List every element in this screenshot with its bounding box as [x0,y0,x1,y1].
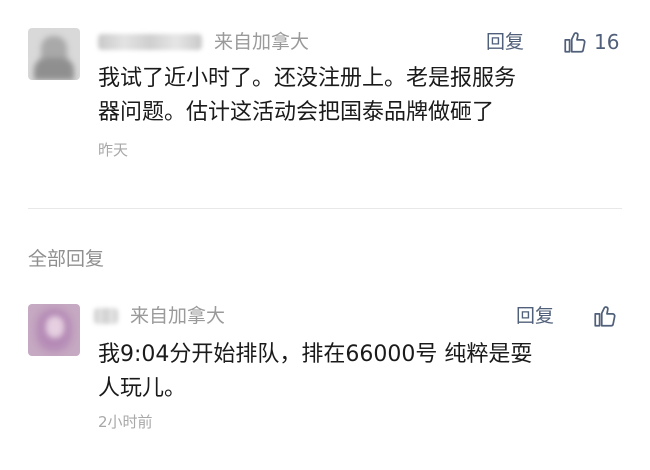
reply-button[interactable]: 回复 [516,304,554,328]
like-button[interactable] [592,303,618,329]
like-count: 16 [594,30,620,54]
comment-text-line: 人玩儿。 [98,376,187,401]
origin-label: 来自加拿大 [130,305,226,327]
all-replies-heading: 全部回复 [28,248,105,270]
username-blurred[interactable] [98,34,202,50]
thumbs-up-icon [594,306,616,327]
comment-text: 我试了近小时了。还没注册上。老是报服务 器问题。估计这活动会把国泰品牌做砸了 [98,62,628,130]
divider [28,208,622,209]
username-blurred[interactable] [94,308,118,324]
comment-text-line: 器问题。估计这活动会把国泰品牌做砸了 [98,100,495,125]
avatar[interactable] [28,28,80,80]
thumbs-up-icon [564,32,586,53]
comment-text: 我9:04分开始排队，排在66000号 纯粹是耍 人玩儿。 [98,338,628,406]
comment-time: 2小时前 [98,413,153,431]
avatar[interactable] [28,304,80,356]
reply-button[interactable]: 回复 [486,30,524,54]
like-button[interactable]: 16 [562,29,619,55]
origin-label: 来自加拿大 [214,31,310,53]
comment-text-line: 我试了近小时了。还没注册上。老是报服务 [98,66,517,91]
comment-text-line: 我9:04分开始排队，排在66000号 纯粹是耍 [98,342,533,367]
comment-time: 昨天 [98,141,129,159]
